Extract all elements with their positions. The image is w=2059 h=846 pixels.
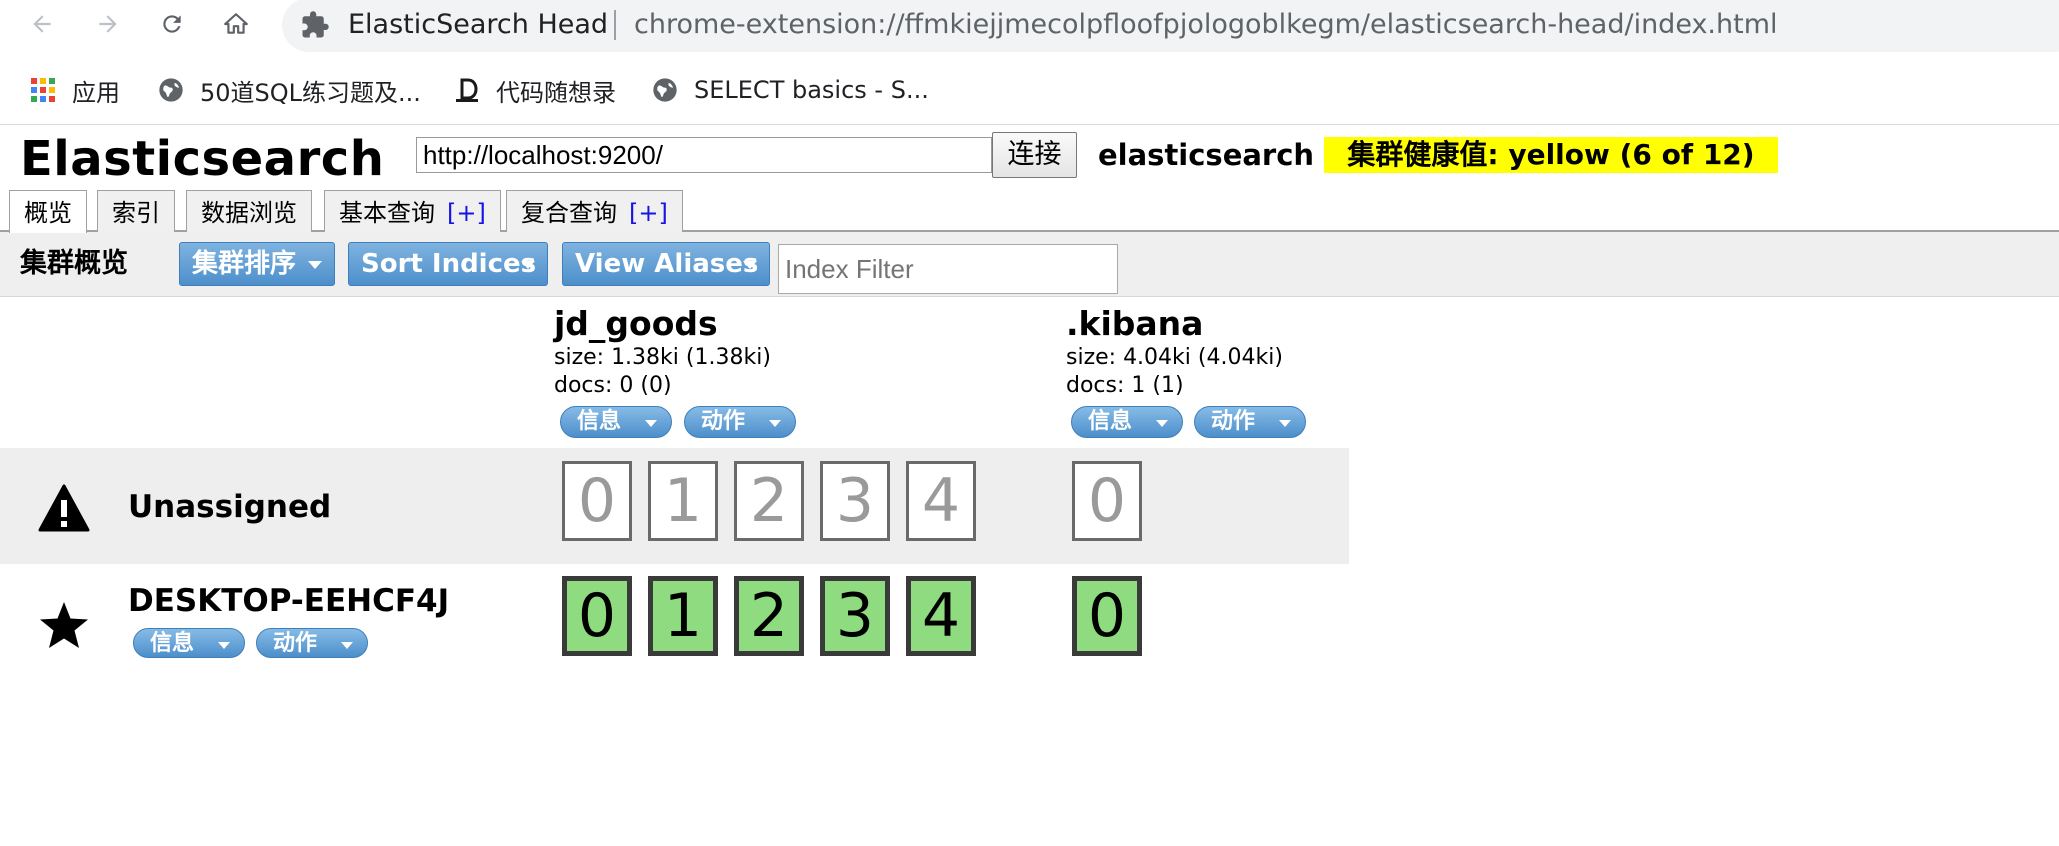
connect-button[interactable]: 连接 <box>992 132 1077 178</box>
caret-down-icon <box>341 642 353 649</box>
index-filter-input[interactable] <box>778 244 1118 294</box>
shard-started[interactable]: 0 <box>1072 576 1142 656</box>
bookmark-label: 代码随想录 <box>496 78 616 107</box>
node-name: DESKTOP-EEHCF4J <box>128 583 450 619</box>
button-label: 集群排序 <box>192 249 297 279</box>
tab-structured-query[interactable]: 基本查询 [+] <box>324 190 501 232</box>
forward-button[interactable] <box>90 6 126 42</box>
index-size: size: 4.04ki (4.04ki) <box>1066 345 1283 370</box>
shard-unassigned[interactable]: 3 <box>820 461 890 541</box>
shard-started[interactable]: 1 <box>648 576 718 656</box>
caret-down-icon <box>1156 420 1168 427</box>
globe-icon <box>650 75 680 105</box>
button-label: 信息 <box>150 631 195 656</box>
star-icon <box>40 602 88 648</box>
warning-icon <box>38 484 90 532</box>
cluster-url-input[interactable] <box>416 137 992 173</box>
sort-indices-button[interactable]: Sort Indices <box>348 242 548 286</box>
tab-plus[interactable]: [+] <box>447 199 486 227</box>
tab-plus[interactable]: [+] <box>629 199 668 227</box>
tab-browser[interactable]: 数据浏览 <box>186 190 312 232</box>
button-label: 信息 <box>577 409 622 434</box>
index-docs: docs: 0 (0) <box>554 373 672 398</box>
address-separator <box>614 10 616 40</box>
back-arrow-icon <box>33 15 51 33</box>
node-action-button[interactable]: 动作 <box>256 628 368 658</box>
bookmark-sql-exercises[interactable]: 50道SQL练习题及... <box>156 62 421 118</box>
tab-label: 基本查询 <box>339 199 435 227</box>
apps-grid-icon <box>28 75 58 105</box>
bookmarks-bar: 应用 50道SQL练习题及... 代码随想录 SELECT basics - S… <box>0 62 2059 118</box>
button-label: 动作 <box>701 409 746 434</box>
button-label: 动作 <box>273 631 318 656</box>
tab-any-request[interactable]: 复合查询 [+] <box>506 190 683 232</box>
index-name: .kibana <box>1066 304 1204 343</box>
index-action-button[interactable]: 动作 <box>684 406 796 438</box>
bookmark-label: 50道SQL练习题及... <box>200 78 421 107</box>
index-info-button[interactable]: 信息 <box>560 406 672 438</box>
shard-started[interactable]: 3 <box>820 576 890 656</box>
home-icon <box>224 13 248 34</box>
button-label: View Aliases <box>575 249 759 279</box>
button-label: 动作 <box>1211 409 1256 434</box>
caret-down-icon <box>218 642 230 649</box>
bookmark-code-notes[interactable]: 代码随想录 <box>452 62 616 118</box>
shard-unassigned[interactable]: 4 <box>906 461 976 541</box>
cluster-name: elasticsearch <box>1098 138 1315 172</box>
node-info-button[interactable]: 信息 <box>133 628 245 658</box>
button-label: 信息 <box>1088 409 1133 434</box>
shard-unassigned[interactable]: 0 <box>1072 461 1142 541</box>
caret-down-icon <box>521 261 535 269</box>
home-button[interactable] <box>218 6 254 42</box>
tab-overview[interactable]: 概览 <box>9 190 87 233</box>
index-size: size: 1.38ki (1.38ki) <box>554 345 771 370</box>
shard-unassigned[interactable]: 0 <box>562 461 632 541</box>
bookmark-apps[interactable]: 应用 <box>28 62 120 118</box>
button-label: Sort Indices <box>361 249 537 279</box>
tab-label: 索引 <box>112 199 160 227</box>
shard-started[interactable]: 2 <box>734 576 804 656</box>
caret-down-icon <box>308 261 322 269</box>
overview-title: 集群概览 <box>20 248 128 279</box>
shard-unassigned[interactable]: 2 <box>734 461 804 541</box>
shard-unassigned[interactable]: 1 <box>648 461 718 541</box>
reload-button[interactable] <box>154 6 190 42</box>
chrome-divider <box>0 124 2059 125</box>
bookmark-label: 应用 <box>72 78 120 107</box>
app-title: Elasticsearch <box>20 131 385 187</box>
page-site-title: ElasticSearch Head <box>348 9 609 40</box>
caret-down-icon <box>645 420 657 427</box>
cluster-health-badge: 集群健康值: yellow (6 of 12) <box>1324 137 1778 173</box>
reload-icon <box>163 15 181 33</box>
index-name: jd_goods <box>554 304 718 343</box>
tab-indices[interactable]: 索引 <box>97 190 175 232</box>
caret-down-icon <box>743 261 757 269</box>
index-info-button[interactable]: 信息 <box>1071 406 1183 438</box>
forward-arrow-icon <box>99 15 117 33</box>
shard-started[interactable]: 0 <box>562 576 632 656</box>
extension-puzzle-icon <box>302 11 329 38</box>
view-aliases-button[interactable]: View Aliases <box>562 242 770 286</box>
tab-label: 复合查询 <box>521 199 617 227</box>
node-name: Unassigned <box>128 489 332 525</box>
shard-started[interactable]: 4 <box>906 576 976 656</box>
caret-down-icon <box>1279 420 1291 427</box>
back-button[interactable] <box>24 6 60 42</box>
cluster-sort-button[interactable]: 集群排序 <box>179 242 335 286</box>
tab-label: 概览 <box>24 199 72 227</box>
index-action-button[interactable]: 动作 <box>1194 406 1306 438</box>
bookmark-select-basics[interactable]: SELECT basics - S... <box>650 62 929 118</box>
tab-label: 数据浏览 <box>201 199 297 227</box>
caret-down-icon <box>769 420 781 427</box>
index-docs: docs: 1 (1) <box>1066 373 1184 398</box>
bookmark-label: SELECT basics - S... <box>694 76 929 104</box>
address-url[interactable]: chrome-extension://ffmkiejjmecolpfloofpj… <box>634 8 1778 42</box>
globe-icon <box>156 75 186 105</box>
site-logo-icon <box>452 75 482 105</box>
